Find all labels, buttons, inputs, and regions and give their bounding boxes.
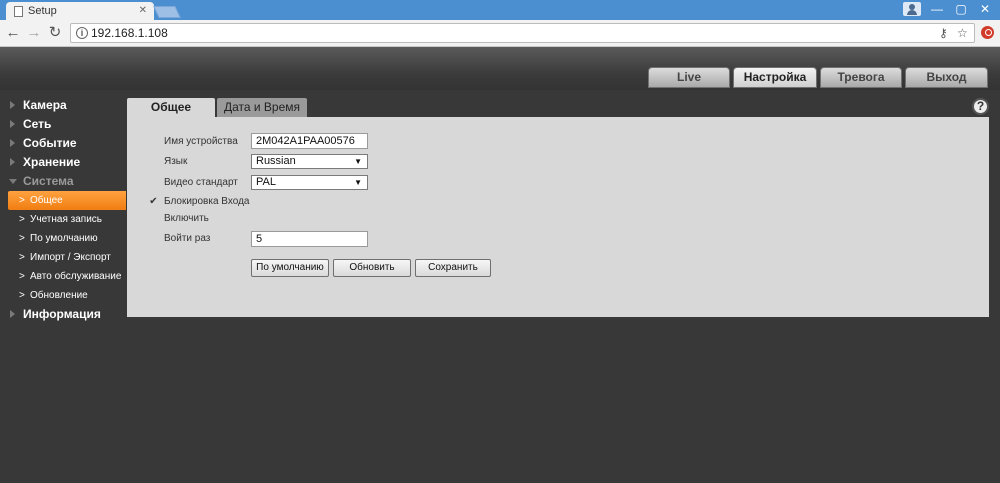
tab-date-time[interactable]: Дата и Время [217, 98, 307, 117]
site-info-icon[interactable]: i [76, 27, 88, 39]
chevron-right-icon: > [19, 195, 25, 206]
reload-icon[interactable]: ↻ [46, 24, 64, 42]
sidebar-item-network[interactable]: Сеть [0, 115, 126, 134]
device-name-input[interactable] [251, 133, 368, 149]
sidebar-item-label: Сеть [23, 117, 52, 131]
video-standard-select[interactable]: PAL ▼ [251, 175, 368, 190]
back-arrow-icon[interactable]: ← [4, 24, 22, 42]
dropdown-arrow-icon: ▼ [354, 157, 362, 166]
login-attempts-label: Войти раз [164, 233, 211, 244]
language-label: Язык [164, 156, 188, 167]
expand-triangle-icon [10, 139, 15, 147]
save-button[interactable]: Сохранить [415, 259, 491, 277]
minimize-icon[interactable]: — [924, 0, 950, 20]
login-attempts-input[interactable] [251, 231, 368, 247]
forward-arrow-icon[interactable]: → [25, 24, 43, 42]
sidebar-subitem-account[interactable]: > Учетная запись [0, 210, 126, 229]
video-standard-selected-value: PAL [256, 176, 276, 188]
browser-tab-title: Setup [28, 5, 57, 17]
expand-triangle-icon [10, 310, 15, 318]
sidebar-subitem-label: По умолчанию [30, 233, 98, 244]
sidebar-item-info[interactable]: Информация [0, 305, 126, 324]
sidebar-item-label: Информация [23, 307, 101, 321]
sidebar-subitem-auto-maintain[interactable]: > Авто обслуживание [0, 267, 126, 286]
device-name-label: Имя устройства [164, 136, 238, 147]
tab-close-icon[interactable]: ✕ [139, 2, 147, 20]
sidebar-subitem-label: Общее [30, 195, 63, 206]
user-profile-icon[interactable] [903, 2, 921, 16]
login-lock-checkbox[interactable]: ✔ [148, 196, 159, 207]
login-lock-label: Блокировка Входа [164, 196, 250, 207]
default-button[interactable]: По умолчанию [251, 259, 329, 277]
sidebar-subitem-default[interactable]: > По умолчанию [0, 229, 126, 248]
sidebar-subitem-label: Авто обслуживание [30, 271, 122, 282]
enable-label: Включить [164, 213, 209, 224]
sidebar-subitem-label: Учетная запись [30, 214, 103, 225]
language-selected-value: Russian [256, 155, 296, 167]
expand-triangle-icon [10, 158, 15, 166]
chevron-right-icon: > [19, 214, 25, 225]
address-bar: ← → ↻ i 192.168.1.108 ⚷ ☆ [0, 20, 1000, 47]
sidebar-item-camera[interactable]: Камера [0, 96, 126, 115]
new-tab-button[interactable] [153, 6, 181, 18]
extension-icon[interactable] [981, 26, 994, 39]
sidebar-item-label: Камера [23, 98, 67, 112]
sidebar-subitem-upgrade[interactable]: > Обновление [0, 286, 126, 305]
browser-tab[interactable]: Setup ✕ [6, 2, 154, 20]
page-icon [14, 6, 23, 17]
refresh-button[interactable]: Обновить [333, 259, 411, 277]
url-text: 192.168.1.108 [91, 26, 168, 40]
dropdown-arrow-icon: ▼ [354, 178, 362, 187]
expand-triangle-icon [10, 101, 15, 109]
sidebar-item-label: Событие [23, 136, 77, 150]
url-field[interactable]: i 192.168.1.108 ⚷ ☆ [70, 23, 975, 43]
expand-triangle-icon [10, 120, 15, 128]
sidebar-item-label: Хранение [23, 155, 81, 169]
sidebar-item-system[interactable]: Система [0, 172, 126, 191]
tab-live[interactable]: Live [648, 67, 730, 88]
collapse-triangle-icon [9, 179, 17, 184]
tab-logout[interactable]: Выход [905, 67, 988, 88]
sidebar: Камера Сеть Событие Хранение Система > О… [0, 96, 126, 324]
sidebar-subitem-general[interactable]: > Общее [8, 191, 126, 210]
tab-general[interactable]: Общее [127, 98, 215, 118]
chevron-right-icon: > [19, 271, 25, 282]
sidebar-item-label: Система [23, 174, 74, 188]
sidebar-subitem-label: Обновление [30, 290, 88, 301]
tab-alarm[interactable]: Тревога [820, 67, 902, 88]
window-close-icon[interactable]: ✕ [972, 0, 998, 20]
sidebar-subitem-import-export[interactable]: > Импорт / Экспорт [0, 248, 126, 267]
video-standard-label: Видео стандарт [164, 177, 238, 188]
language-select[interactable]: Russian ▼ [251, 154, 368, 169]
key-icon[interactable]: ⚷ [939, 24, 948, 42]
bookmark-star-icon[interactable]: ☆ [957, 24, 968, 42]
help-icon[interactable]: ? [972, 98, 989, 115]
tab-setup[interactable]: Настройка [733, 67, 817, 88]
browser-titlebar: Setup ✕ — ▢ ✕ [0, 0, 1000, 20]
sidebar-subitem-label: Импорт / Экспорт [30, 252, 111, 263]
chevron-right-icon: > [19, 252, 25, 263]
chevron-right-icon: > [19, 290, 25, 301]
chevron-right-icon: > [19, 233, 25, 244]
sidebar-item-storage[interactable]: Хранение [0, 153, 126, 172]
sidebar-item-event[interactable]: Событие [0, 134, 126, 153]
restore-icon[interactable]: ▢ [948, 0, 974, 20]
